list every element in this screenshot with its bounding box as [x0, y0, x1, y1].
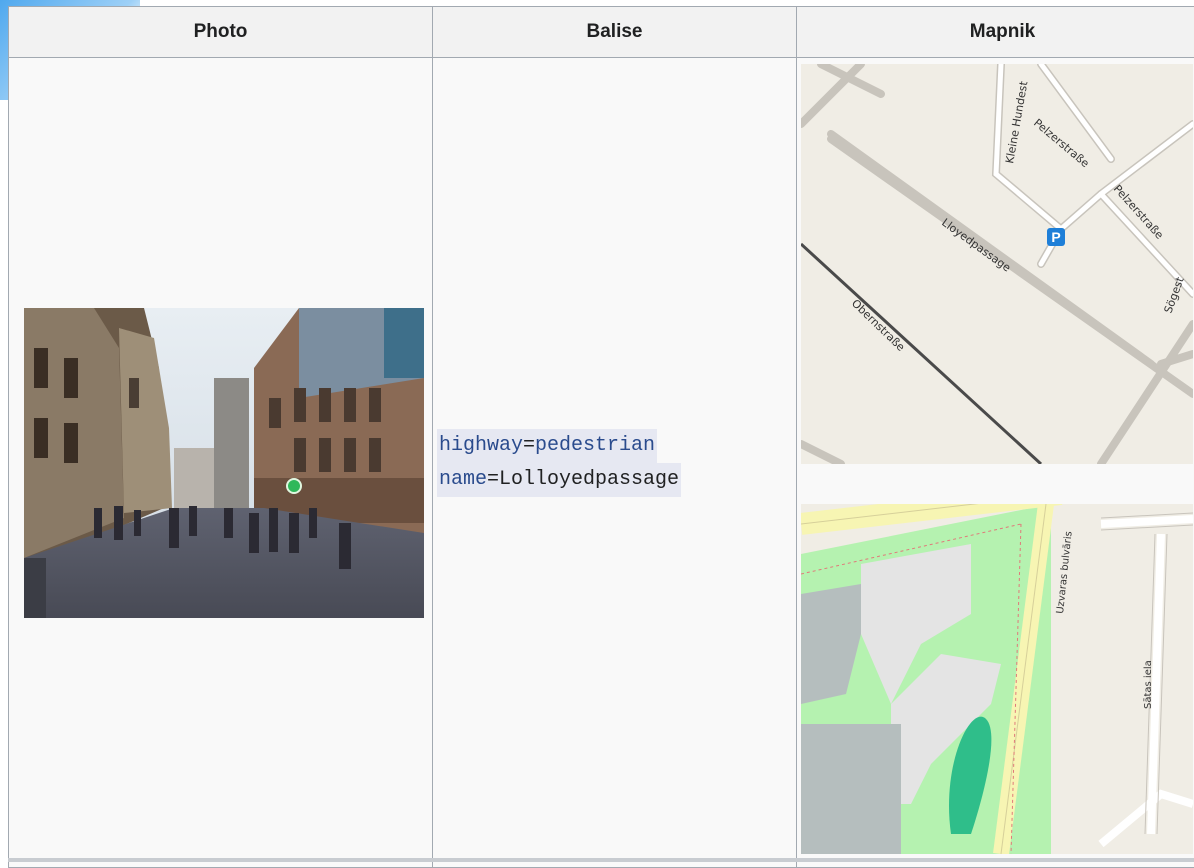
tag-equals: = [487, 468, 499, 491]
header-photo[interactable]: Photo [9, 7, 433, 58]
tag-row: highway=pedestrian [437, 429, 796, 463]
parking-symbol: P [1051, 229, 1060, 245]
tag-key-link[interactable]: name [439, 468, 487, 491]
tag-key-link[interactable]: highway [439, 434, 523, 457]
mapnik-render-2[interactable]: Uzvaras bulvāris Sātas iela [801, 504, 1193, 854]
table-bottom-border [8, 858, 1194, 862]
map-cell: P Kleine Hundest Pelzerstraße Pelzerstra… [797, 58, 1194, 868]
mapnik-render-1[interactable]: P Kleine Hundest Pelzerstraße Pelzerstra… [801, 64, 1193, 464]
tag-row: name=Lolloyedpassage [437, 463, 796, 497]
street-photo[interactable] [24, 308, 424, 618]
tag-value: Lolloyedpassage [499, 468, 679, 491]
photo-cell [9, 58, 433, 868]
header-mapnik[interactable]: Mapnik [797, 7, 1194, 58]
tag-value-link[interactable]: pedestrian [535, 434, 655, 457]
map-label: Sātas iela [1143, 660, 1154, 709]
table-header-row: Photo Balise Mapnik [9, 7, 1194, 58]
tag-example-table: Photo Balise Mapnik [8, 6, 1194, 868]
header-balise[interactable]: Balise [433, 7, 797, 58]
tag-list: highway=pedestrian name=Lolloyedpassage [433, 429, 796, 497]
tag-equals: = [523, 434, 535, 457]
table-row: highway=pedestrian name=Lolloyedpassage [9, 58, 1194, 868]
tags-cell: highway=pedestrian name=Lolloyedpassage [433, 58, 797, 868]
